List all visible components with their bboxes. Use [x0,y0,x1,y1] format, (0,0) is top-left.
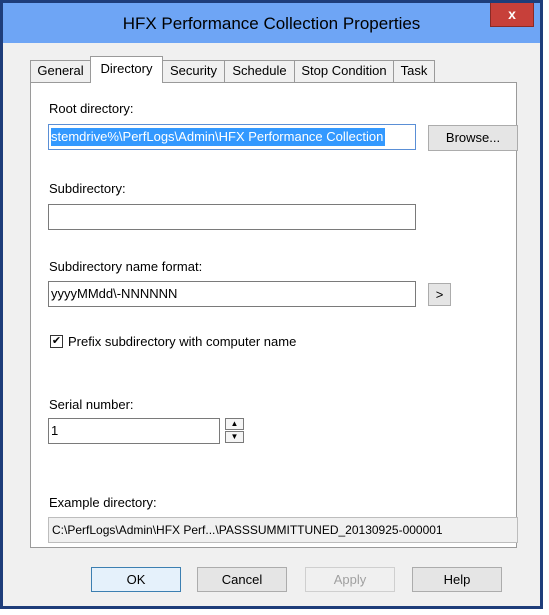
properties-dialog: HFX Performance Collection Properties x … [0,0,543,609]
tab-stop-condition[interactable]: Stop Condition [294,60,394,82]
tab-task[interactable]: Task [393,60,435,82]
help-button[interactable]: Help [412,567,502,592]
subdirectory-label: Subdirectory: [49,181,126,196]
close-button[interactable]: x [490,3,534,27]
serial-number-label: Serial number: [49,397,134,412]
ok-button[interactable]: OK [91,567,181,592]
example-directory-label: Example directory: [49,495,157,510]
name-format-input[interactable]: yyyyMMdd\-NNNNNN [48,281,416,307]
tab-security[interactable]: Security [162,60,225,82]
example-directory-value: C:\PerfLogs\Admin\HFX Perf...\PASSSUMMIT… [48,517,518,543]
root-directory-input[interactable]: stemdrive%\PerfLogs\Admin\HFX Performanc… [48,124,416,150]
cancel-button[interactable]: Cancel [197,567,287,592]
browse-button[interactable]: Browse... [428,125,518,151]
serial-number-input[interactable]: 1 [48,418,220,444]
tab-schedule[interactable]: Schedule [224,60,295,82]
root-directory-value: stemdrive%\PerfLogs\Admin\HFX Performanc… [51,128,386,146]
prefix-checkbox[interactable]: ✔ [50,335,63,348]
title-bar[interactable]: HFX Performance Collection Properties x [3,3,540,43]
format-options-button[interactable]: > [428,283,451,306]
tab-general[interactable]: General [30,60,91,82]
close-icon: x [508,6,516,22]
prefix-checkbox-label: Prefix subdirectory with computer name [68,334,297,349]
apply-button[interactable]: Apply [305,567,395,592]
directory-panel: Root directory: stemdrive%\PerfLogs\Admi… [30,82,518,548]
name-format-label: Subdirectory name format: [49,259,203,274]
spin-up-icon[interactable]: ▲ [225,418,244,430]
spin-down-icon[interactable]: ▼ [225,431,244,443]
tab-directory[interactable]: Directory [90,56,163,83]
root-directory-label: Root directory: [49,101,134,116]
subdirectory-input[interactable] [48,204,416,230]
window-title: HFX Performance Collection Properties [122,14,421,33]
